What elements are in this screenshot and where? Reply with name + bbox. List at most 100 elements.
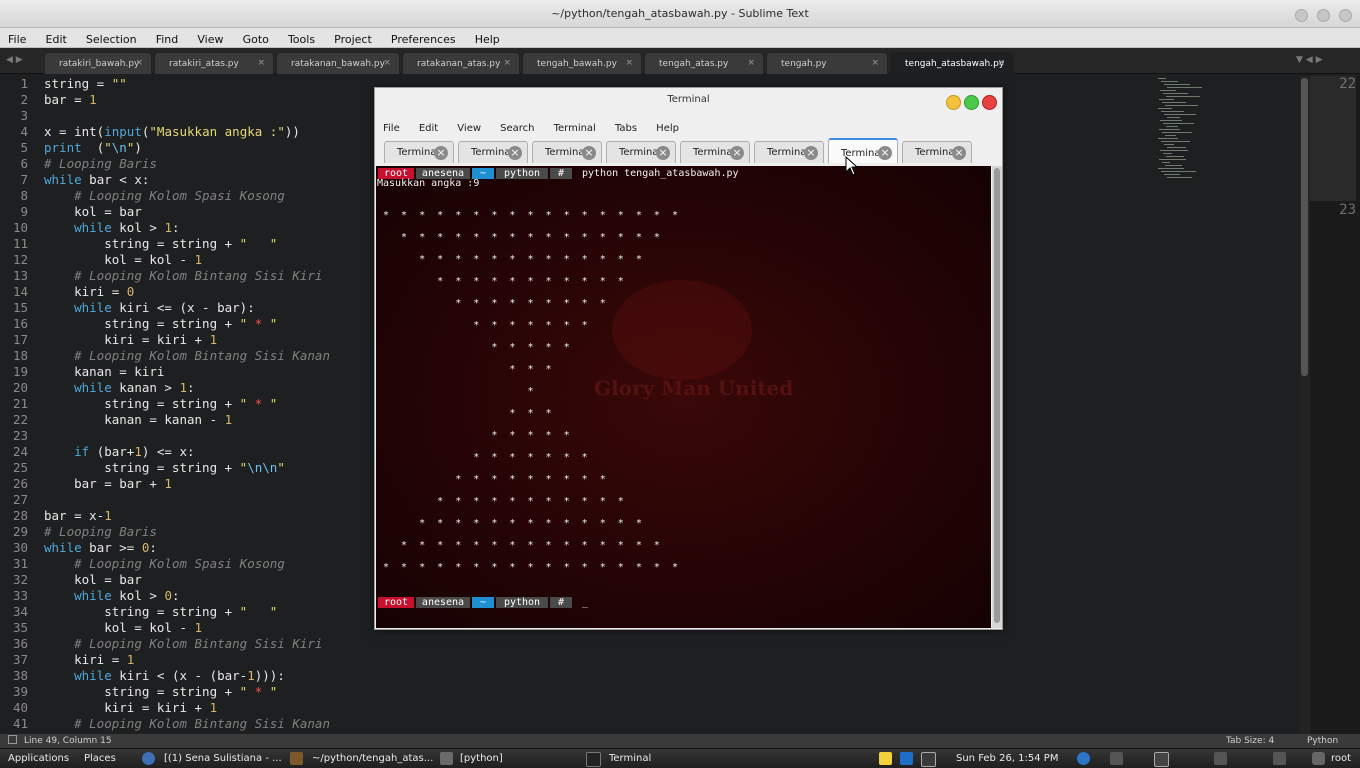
terminal-minimize-button[interactable]: [946, 95, 961, 110]
right-editor-pane[interactable]: 22 23: [1310, 76, 1360, 734]
editor-tab[interactable]: ratakanan_atas.py ×: [402, 52, 520, 74]
terminal-tab-close-icon[interactable]: ×: [804, 146, 818, 160]
code-line[interactable]: kiri = 0: [44, 284, 374, 300]
menu-help[interactable]: Help: [467, 30, 506, 46]
code-line[interactable]: # Looping Baris: [44, 156, 374, 172]
task-file-manager[interactable]: [python]: [460, 753, 503, 764]
terminal-close-button[interactable]: [982, 95, 997, 110]
tab-close-icon[interactable]: ×: [257, 58, 265, 68]
task-sublime[interactable]: ~/python/tengah_atas...: [312, 753, 433, 764]
terminal-tab-close-icon[interactable]: ×: [952, 146, 966, 160]
menu-selection[interactable]: Selection: [78, 30, 143, 46]
volume-icon[interactable]: [1110, 752, 1123, 765]
menu-goto[interactable]: Goto: [235, 30, 275, 46]
maximize-button[interactable]: [1316, 9, 1330, 22]
tab-close-icon[interactable]: ×: [503, 58, 511, 68]
code-line[interactable]: kol = kol - 1: [44, 620, 374, 636]
panel-toggle-icon[interactable]: [8, 735, 17, 744]
code-line[interactable]: kanan = kanan - 1: [44, 412, 374, 428]
code-line[interactable]: bar = 1: [44, 92, 374, 108]
syntax-mode[interactable]: Python: [1307, 736, 1338, 746]
minimap[interactable]: [1150, 76, 1300, 734]
code-line[interactable]: # Looping Kolom Bintang Sisi Kiri: [44, 268, 374, 284]
code-line[interactable]: kol = bar: [44, 204, 374, 220]
tab-close-icon[interactable]: ×: [625, 58, 633, 68]
editor-tab[interactable]: ratakanan_bawah.py ×: [276, 52, 400, 74]
user-name[interactable]: root: [1331, 753, 1351, 764]
code-line[interactable]: # Looping Kolom Spasi Kosong: [44, 188, 374, 204]
code-line[interactable]: bar = x-1: [44, 508, 374, 524]
code-line[interactable]: # Looping Kolom Bintang Sisi Kanan: [44, 716, 374, 732]
code-line[interactable]: # Looping Kolom Spasi Kosong: [44, 556, 374, 572]
code-line[interactable]: while bar >= 0:: [44, 540, 374, 556]
terminal-menu-help[interactable]: Help: [648, 121, 685, 134]
terminal-scrollbar-thumb[interactable]: [994, 168, 1000, 623]
code-line[interactable]: [44, 108, 374, 124]
tab-close-icon[interactable]: ×: [747, 58, 755, 68]
code-line[interactable]: kol = kol - 1: [44, 252, 374, 268]
terminal-scrollbar[interactable]: [992, 166, 1002, 628]
code-line[interactable]: kiri = 1: [44, 652, 374, 668]
editor-scrollbar-thumb[interactable]: [1301, 78, 1308, 376]
tab-close-icon[interactable]: ×: [383, 58, 391, 68]
terminal-output[interactable]: Glory Man United root anesena ~ python # pyth…: [376, 166, 991, 628]
code-line[interactable]: string = string + " * ": [44, 396, 374, 412]
notes-icon[interactable]: [879, 752, 892, 765]
terminal-window[interactable]: Terminal File Edit View Search Terminal …: [374, 87, 1003, 630]
minimize-button[interactable]: [1294, 9, 1308, 22]
editor-tab[interactable]: tengah_atasbawah.py ×: [890, 52, 1014, 74]
code-line[interactable]: string = string + " * ": [44, 684, 374, 700]
menu-view[interactable]: View: [189, 30, 229, 46]
task-terminal[interactable]: Terminal: [609, 753, 651, 764]
windows-icon[interactable]: [900, 752, 913, 765]
editor-tab[interactable]: ratakiri_bawah.py ×: [44, 52, 152, 74]
tab-size[interactable]: Tab Size: 4: [1226, 736, 1274, 746]
editor-tab[interactable]: tengah.py ×: [766, 52, 888, 74]
terminal-tab[interactable]: Terminal ×: [680, 141, 750, 163]
menu-tools[interactable]: Tools: [280, 30, 321, 46]
terminal-menu-view[interactable]: View: [449, 121, 487, 134]
editor-tab[interactable]: tengah_bawah.py ×: [522, 52, 642, 74]
terminal-menu-tabs[interactable]: Tabs: [607, 121, 643, 134]
menu-project[interactable]: Project: [326, 30, 378, 46]
chat-icon[interactable]: [1312, 752, 1325, 765]
bluetooth-icon[interactable]: [1214, 752, 1227, 765]
chrome-icon[interactable]: [1077, 752, 1090, 765]
code-line[interactable]: [44, 492, 374, 508]
terminal-tab[interactable]: Terminal ×: [532, 141, 602, 163]
terminal-tab[interactable]: Terminal ×: [384, 141, 454, 163]
code-line[interactable]: while kol > 1:: [44, 220, 374, 236]
tab-scroll-arrows-right[interactable]: ▼ ◀ ▶: [1296, 55, 1323, 65]
terminal-tab[interactable]: Terminal ×: [606, 141, 676, 163]
terminal-menu-terminal[interactable]: Terminal: [546, 121, 602, 134]
terminal-menu-file[interactable]: File: [375, 121, 406, 134]
code-line[interactable]: # Looping Baris: [44, 524, 374, 540]
menu-file[interactable]: File: [0, 30, 32, 46]
terminal-tab-close-icon[interactable]: ×: [508, 146, 522, 160]
code-line[interactable]: kol = bar: [44, 572, 374, 588]
code-line[interactable]: while kanan > 1:: [44, 380, 374, 396]
menu-find[interactable]: Find: [148, 30, 185, 46]
code-line[interactable]: if (bar+1) <= x:: [44, 444, 374, 460]
places-menu[interactable]: Places: [84, 753, 116, 764]
code-line[interactable]: string = string + " * ": [44, 316, 374, 332]
code-line[interactable]: while kiri <= (x - bar):: [44, 300, 374, 316]
terminal-tab-close-icon[interactable]: ×: [878, 146, 892, 160]
wifi-icon[interactable]: [1273, 752, 1286, 765]
task-browser[interactable]: [(1) Sena Sulistiana - ...: [164, 753, 282, 764]
code-line[interactable]: kanan = kiri: [44, 364, 374, 380]
tab-close-icon[interactable]: ×: [997, 58, 1005, 68]
code-line[interactable]: string = string + " ": [44, 604, 374, 620]
code-line[interactable]: kiri = kiri + 1: [44, 700, 374, 716]
code-line[interactable]: print ("\n"): [44, 140, 374, 156]
terminal-tab[interactable]: Terminal ×: [458, 141, 528, 163]
terminal-tab[interactable]: Terminal ×: [902, 141, 972, 163]
editor-tab[interactable]: tengah_atas.py ×: [644, 52, 764, 74]
battery-icon[interactable]: [1154, 752, 1169, 767]
menu-preferences[interactable]: Preferences: [383, 30, 462, 46]
tab-close-icon[interactable]: ×: [871, 58, 879, 68]
terminal-tab[interactable]: Terminal ×: [828, 138, 898, 163]
menu-edit[interactable]: Edit: [38, 30, 73, 46]
clock[interactable]: Sun Feb 26, 1:54 PM: [956, 753, 1058, 764]
keyboard-icon[interactable]: [921, 752, 936, 767]
